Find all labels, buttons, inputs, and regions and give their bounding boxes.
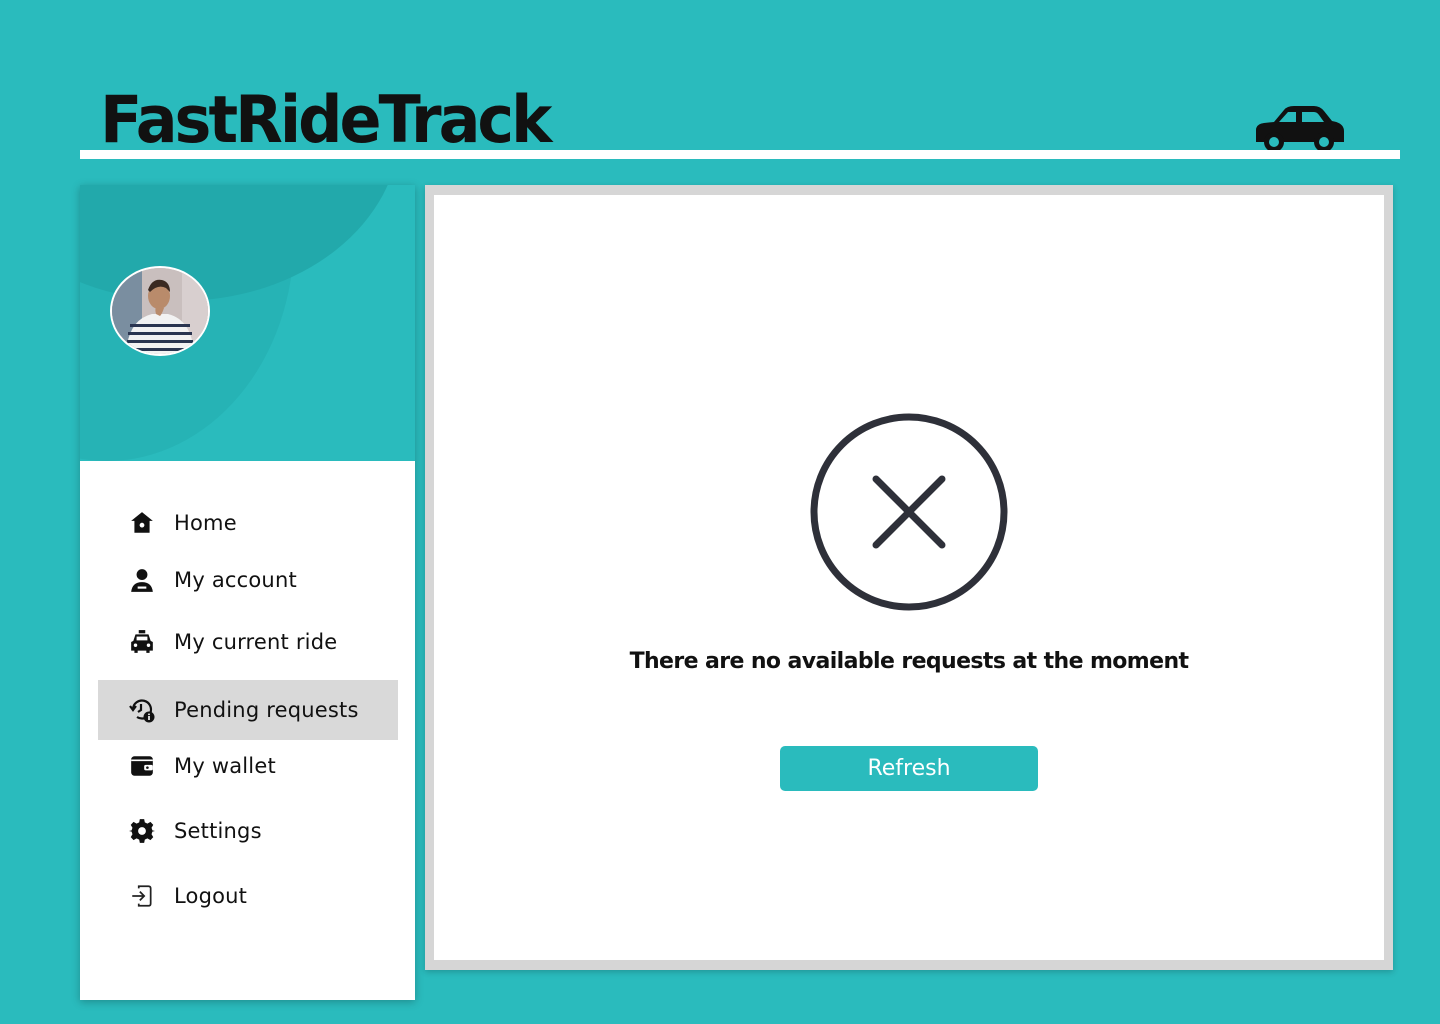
- gear-icon: [128, 817, 156, 845]
- refresh-button[interactable]: Refresh: [780, 746, 1038, 791]
- taxi-icon: [128, 628, 156, 656]
- sidebar-item-label: Pending requests: [174, 698, 359, 722]
- sidebar-item-my-wallet[interactable]: My wallet: [98, 736, 398, 796]
- wallet-icon: [128, 752, 156, 780]
- user-avatar-photo: [112, 268, 208, 354]
- logout-icon: [128, 882, 156, 910]
- sidebar-item-label: My wallet: [174, 754, 276, 778]
- sidebar-item-home[interactable]: Home: [98, 493, 398, 553]
- sidebar-item-label: Home: [174, 511, 237, 535]
- sidebar-item-label: My current ride: [174, 630, 338, 654]
- sidebar-item-my-account[interactable]: My account: [98, 550, 398, 610]
- history-info-icon: [128, 696, 156, 724]
- user-icon: [128, 566, 156, 594]
- sidebar-item-settings[interactable]: Settings: [98, 801, 398, 861]
- car-icon: [1256, 106, 1344, 152]
- sidebar-item-label: Logout: [174, 884, 248, 908]
- sidebar-item-logout[interactable]: Logout: [98, 866, 398, 926]
- home-icon: [128, 509, 156, 537]
- sidebar-item-pending-requests[interactable]: Pending requests: [98, 680, 398, 740]
- sidebar-item-my-current-ride[interactable]: My current ride: [98, 612, 398, 672]
- profile-header: [80, 185, 415, 461]
- sidebar-item-label: My account: [174, 568, 297, 592]
- close-circle-icon: [810, 413, 1008, 611]
- main-panel-frame: There are no available requests at the m…: [425, 185, 1393, 970]
- header-divider: [80, 150, 1400, 159]
- sidebar: Home My account My current ride Pending …: [80, 185, 415, 1000]
- sidebar-item-label: Settings: [174, 819, 262, 843]
- empty-state-message: There are no available requests at the m…: [629, 649, 1189, 674]
- main-panel: There are no available requests at the m…: [434, 195, 1384, 960]
- avatar[interactable]: [110, 266, 210, 356]
